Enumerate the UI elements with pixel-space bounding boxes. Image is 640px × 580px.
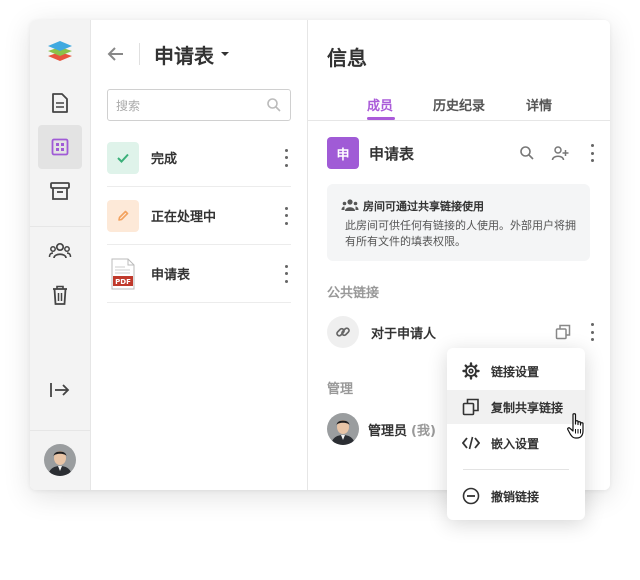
header-divider (139, 43, 140, 65)
notice-body: 此房间可供任何有链接的人使用。外部用户将拥有所有文件的填表权限。 (345, 219, 576, 248)
search-placeholder[interactable]: 搜索 (116, 97, 266, 114)
search-icon (267, 98, 281, 112)
pdf-tag: PDF (115, 278, 131, 286)
active-tab-indicator (367, 117, 395, 120)
caret-down-icon[interactable] (219, 49, 231, 59)
tab-details[interactable]: 详情 (526, 95, 552, 114)
user-portrait-icon (327, 413, 359, 445)
file-list-panel: 申请表 搜索 完成 正在处理中 PDF 申请表 (91, 20, 308, 490)
menu-divider (463, 469, 569, 470)
search-icon[interactable] (519, 145, 535, 161)
link-name: 对于申请人 (371, 326, 437, 342)
admin-header: 管理 (327, 382, 354, 397)
tab-history[interactable]: 历史纪录 (433, 95, 485, 114)
check-icon (107, 141, 139, 174)
member-name: 管理员 (368, 423, 408, 439)
rail-trash-button[interactable] (38, 273, 82, 317)
stack-logo-icon (48, 41, 72, 61)
menu-label: 复制共享链接 (491, 400, 564, 415)
info-title: 信息 (327, 46, 367, 70)
more-options-icon[interactable] (281, 264, 291, 284)
share-notice: 房间可通过共享链接使用 此房间可供任何有链接的人使用。外部用户将拥有所有文件的填… (327, 184, 590, 261)
hand-pointer-cursor (567, 413, 584, 439)
pencil-icon (107, 199, 139, 232)
menu-item-link-settings[interactable]: 链接设置 (447, 354, 585, 388)
copy-icon[interactable] (555, 324, 571, 340)
list-item-label: 申请表 (151, 268, 191, 283)
tab-members[interactable]: 成员 (367, 95, 393, 114)
search-input[interactable]: 搜索 (107, 89, 291, 121)
list-item[interactable]: 完成 (107, 129, 291, 187)
link-context-menu: 链接设置 复制共享链接 嵌入设置 撤销链接 (447, 348, 585, 520)
list-header: 申请表 (107, 40, 231, 68)
trash-icon (53, 285, 67, 305)
room-name: 申请表 (369, 144, 415, 163)
people-icon (48, 242, 72, 259)
document-icon (52, 93, 68, 113)
back-arrow-icon[interactable] (107, 46, 125, 62)
menu-item-embed-settings[interactable]: 嵌入设置 (447, 426, 585, 460)
link-icon (327, 316, 359, 348)
rail-rooms-button[interactable] (38, 125, 82, 169)
app-logo[interactable] (38, 28, 82, 72)
room-title[interactable]: 申请表 (154, 40, 214, 69)
user-avatar (44, 444, 76, 476)
public-links-header: 公共链接 (327, 286, 380, 301)
room-badge: 申 (327, 137, 359, 169)
list-item[interactable]: 正在处理中 (107, 187, 291, 245)
rail-contacts-button[interactable] (38, 229, 82, 273)
menu-label: 链接设置 (491, 364, 540, 379)
public-link-row[interactable]: 对于申请人 (327, 316, 597, 348)
rail-divider (30, 226, 90, 227)
menu-label: 嵌入设置 (491, 436, 540, 451)
more-options-icon[interactable] (587, 322, 597, 342)
archive-icon (50, 182, 70, 200)
minus-circle-icon (461, 486, 481, 506)
rail-archive-button[interactable] (38, 169, 82, 213)
member-avatar (327, 413, 359, 445)
user-portrait-icon (44, 444, 76, 476)
menu-label: 撤销链接 (491, 489, 540, 504)
more-options-icon[interactable] (587, 143, 597, 163)
logout-arrow-icon (50, 383, 70, 397)
menu-item-revoke-link[interactable]: 撤销链接 (447, 479, 585, 513)
list-item-label: 正在处理中 (151, 210, 217, 225)
list-item-label: 完成 (151, 152, 178, 167)
add-user-icon[interactable] (551, 145, 569, 161)
more-options-icon[interactable] (281, 148, 291, 168)
menu-item-copy-share-link[interactable]: 复制共享链接 (447, 390, 585, 424)
rail-profile-button[interactable] (38, 438, 82, 482)
list-item[interactable]: PDF 申请表 (107, 245, 291, 303)
gear-icon (461, 361, 481, 381)
rail-divider-bottom (30, 430, 90, 431)
pdf-file-icon: PDF (107, 258, 139, 290)
more-options-icon[interactable] (281, 206, 291, 226)
code-icon (461, 433, 481, 453)
copy-icon (461, 397, 481, 417)
member-me-tag: (我) (411, 423, 436, 439)
left-rail (30, 20, 91, 490)
info-tabs: 成员 历史纪录 详情 (308, 90, 610, 121)
rail-logout-button[interactable] (38, 368, 82, 412)
rail-documents-button[interactable] (38, 81, 82, 125)
room-header: 申 申请表 (327, 137, 597, 169)
notice-title: 房间可通过共享链接使用 (363, 200, 484, 213)
rooms-grid-icon (51, 138, 69, 156)
people-icon (341, 199, 359, 211)
